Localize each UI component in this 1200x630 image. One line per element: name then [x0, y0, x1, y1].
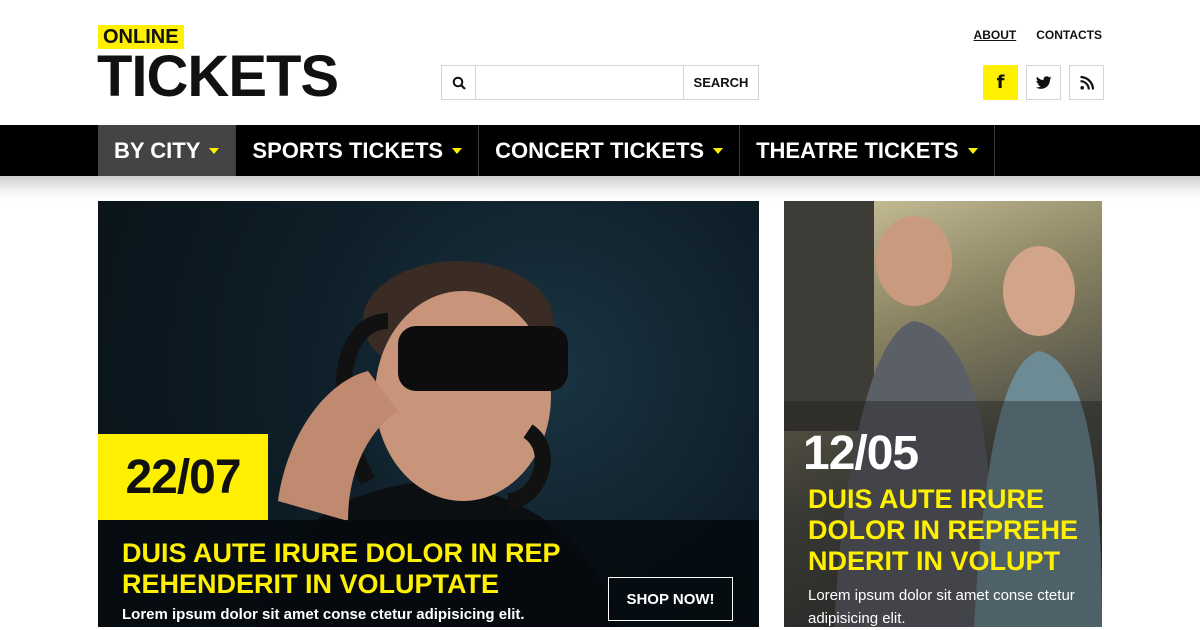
logo-tickets[interactable]: TICKETS: [97, 45, 339, 109]
chevron-down-icon: [209, 147, 220, 154]
rss-icon[interactable]: [1069, 65, 1104, 100]
contacts-link[interactable]: CONTACTS: [1036, 28, 1102, 42]
nav-shadow: [0, 176, 1200, 202]
nav-label: SPORTS TICKETS: [252, 137, 444, 163]
main-event-caption: DUIS AUTE IRURE DOLOR IN REP REHENDERIT …: [98, 520, 759, 627]
search-input[interactable]: [476, 66, 683, 99]
side-event-text: Lorem ipsum dolor sit amet conse ctetur …: [808, 587, 1075, 627]
chevron-down-icon: [713, 147, 724, 154]
twitter-icon[interactable]: [1026, 65, 1061, 100]
about-link[interactable]: ABOUT: [974, 28, 1017, 42]
shop-now-button[interactable]: SHOP NOW!: [608, 577, 733, 621]
nav-theatre-tickets[interactable]: THEATRE TICKETS: [740, 125, 995, 176]
search-button[interactable]: SEARCH: [683, 66, 758, 99]
header: ONLINE TICKETS SEARCH ABOUT CONTACTS f: [0, 0, 1200, 125]
chevron-down-icon: [452, 147, 463, 154]
facebook-icon[interactable]: f: [983, 65, 1018, 100]
nav-label: THEATRE TICKETS: [756, 137, 959, 163]
facebook-icon-glyph: f: [996, 72, 1005, 93]
main-event-text: Lorem ipsum dolor sit amet conse ctetur …: [122, 606, 525, 623]
top-links: ABOUT CONTACTS: [974, 28, 1102, 42]
side-event-title[interactable]: DUIS AUTE IRURE DOLOR IN REPREHE NDERIT …: [808, 484, 1088, 577]
nav-concert-tickets[interactable]: CONCERT TICKETS: [479, 125, 741, 176]
social-links: f: [983, 65, 1104, 100]
main-event-title[interactable]: DUIS AUTE IRURE DOLOR IN REP REHENDERIT …: [122, 538, 592, 600]
side-event-date: 12/05: [803, 427, 919, 480]
nav-by-city[interactable]: BY CITY: [98, 125, 237, 176]
nav-label: CONCERT TICKETS: [495, 137, 705, 163]
chevron-down-icon: [967, 147, 978, 154]
nav-label: BY CITY: [114, 137, 201, 163]
search-bar: SEARCH: [441, 65, 759, 100]
main-event-date: 22/07: [98, 434, 268, 520]
search-icon[interactable]: [442, 66, 476, 99]
main-nav: BY CITY SPORTS TICKETS CONCERT TICKETS T…: [0, 125, 1200, 176]
nav-sports-tickets[interactable]: SPORTS TICKETS: [236, 125, 480, 176]
